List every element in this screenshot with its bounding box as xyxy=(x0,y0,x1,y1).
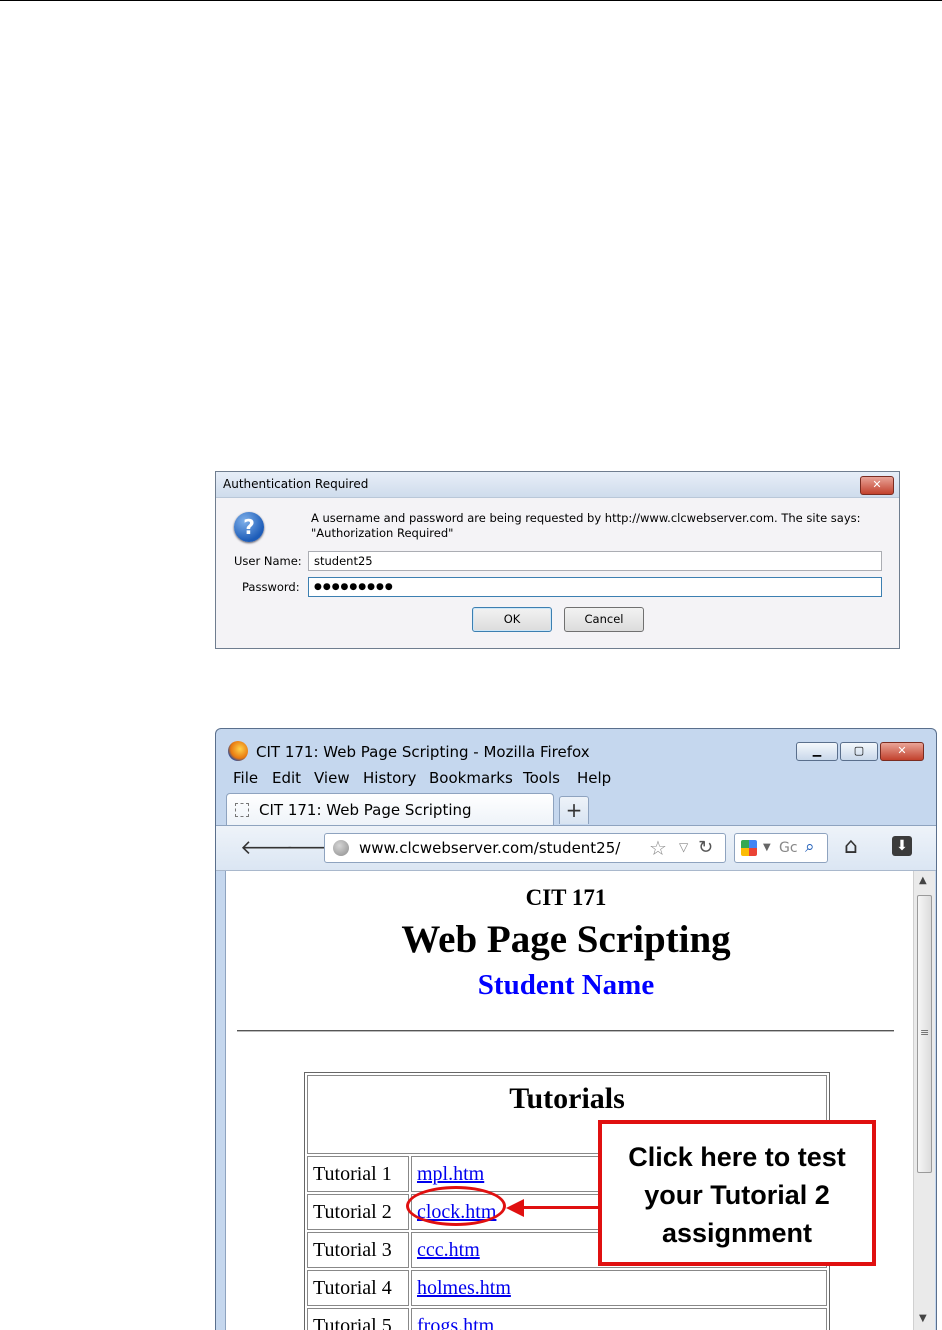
new-tab-button[interactable]: + xyxy=(559,796,589,824)
menu-history[interactable]: History xyxy=(363,769,416,787)
row-label: Tutorial 2 xyxy=(307,1194,409,1230)
row-label: Tutorial 4 xyxy=(307,1270,409,1306)
url-text: www.clcwebserver.com/student25/ xyxy=(359,839,621,857)
history-dropdown-icon[interactable]: ▽ xyxy=(679,840,688,854)
page-title: Web Page Scripting xyxy=(401,918,731,961)
row-label: Tutorial 3 xyxy=(307,1232,409,1268)
search-box[interactable]: ▼ Gc ⌕ xyxy=(734,833,828,863)
magnifier-icon[interactable]: ⌕ xyxy=(805,837,815,857)
dialog-title: Authentication Required xyxy=(223,477,369,491)
callout-box: Click here to test your Tutorial 2 assig… xyxy=(598,1120,876,1266)
menu-file[interactable]: File xyxy=(233,769,258,787)
url-bar[interactable]: www.clcwebserver.com/student25/ ☆ ▽ ↻ xyxy=(324,833,726,863)
tab-label: CIT 171: Web Page Scripting xyxy=(259,801,472,819)
google-icon[interactable] xyxy=(741,840,757,856)
menu-view[interactable]: View xyxy=(314,769,350,787)
dialog-message-line2: "Authorization Required" xyxy=(311,526,454,540)
course-heading: CIT 171 xyxy=(525,885,607,910)
minimize-button[interactable]: ▁ xyxy=(796,742,838,761)
window-titlebar: CIT 171: Web Page Scripting - Mozilla Fi… xyxy=(216,729,936,765)
link-mpl[interactable]: mpl.htm xyxy=(417,1163,484,1185)
reload-icon[interactable]: ↻ xyxy=(698,837,713,858)
dialog-message: A username and password are being reques… xyxy=(311,511,881,541)
firefox-logo-icon xyxy=(228,741,248,761)
globe-icon xyxy=(333,840,349,856)
link-frogs[interactable]: frogs.htm xyxy=(417,1315,494,1330)
dialog-titlebar: Authentication Required ✕ xyxy=(216,472,899,498)
auth-dialog: Authentication Required ✕ ? A username a… xyxy=(215,471,900,649)
page-favicon-icon xyxy=(235,803,249,817)
top-rule xyxy=(0,0,942,1)
callout-line2: your Tutorial 2 xyxy=(644,1180,830,1210)
cancel-button[interactable]: Cancel xyxy=(564,607,644,632)
tab-strip: CIT 171: Web Page Scripting + xyxy=(216,793,936,825)
password-field[interactable]: ●●●●●●●●● xyxy=(308,577,882,597)
search-engine-dropdown-icon[interactable]: ▼ xyxy=(763,842,771,853)
dialog-close-button[interactable]: ✕ xyxy=(860,476,894,495)
dialog-body: ? A username and password are being requ… xyxy=(216,498,899,648)
grip-icon: ≡ xyxy=(920,1026,930,1039)
callout-line3: assignment xyxy=(661,1218,813,1248)
callout-line1: Click here to test xyxy=(628,1142,846,1172)
link-holmes[interactable]: holmes.htm xyxy=(417,1277,511,1299)
scroll-down-arrow-icon[interactable]: ▼ xyxy=(919,1313,927,1324)
dialog-message-line1: A username and password are being reques… xyxy=(311,511,861,525)
home-icon[interactable]: ⌂ xyxy=(844,834,858,859)
row-label: Tutorial 5 xyxy=(307,1308,409,1330)
vertical-scrollbar[interactable]: ▲ ≡ ▼ xyxy=(913,871,935,1330)
maximize-button[interactable]: ▢ xyxy=(840,742,878,761)
password-label: Password: xyxy=(242,580,300,594)
row-label: Tutorial 1 xyxy=(307,1156,409,1192)
downloads-icon[interactable]: ⬇ xyxy=(892,836,912,856)
search-input-text: Gc xyxy=(779,840,798,856)
horizontal-rule xyxy=(237,1030,894,1032)
bookmark-star-icon[interactable]: ☆ xyxy=(649,836,667,860)
highlight-oval xyxy=(406,1186,506,1226)
window-close-button[interactable]: ✕ xyxy=(880,742,924,761)
arrow-line xyxy=(522,1206,598,1209)
ok-button[interactable]: OK xyxy=(472,607,552,632)
scroll-up-arrow-icon[interactable]: ▲ xyxy=(919,875,927,886)
scroll-thumb[interactable]: ≡ xyxy=(917,895,932,1173)
row-link-cell: holmes.htm xyxy=(411,1270,827,1306)
menu-edit[interactable]: Edit xyxy=(272,769,301,787)
window-title: CIT 171: Web Page Scripting - Mozilla Fi… xyxy=(256,743,590,761)
menu-bar: File Edit View History Bookmarks Tools H… xyxy=(216,769,936,791)
table-row: Tutorial 4 holmes.htm xyxy=(307,1270,827,1306)
username-label: User Name: xyxy=(234,554,302,568)
menu-bookmarks[interactable]: Bookmarks xyxy=(429,769,513,787)
question-icon: ? xyxy=(234,512,264,542)
username-field[interactable]: student25 xyxy=(308,551,882,571)
tab-cit171[interactable]: CIT 171: Web Page Scripting xyxy=(226,793,554,825)
menu-help[interactable]: Help xyxy=(577,769,611,787)
table-row: Tutorial 5 frogs.htm xyxy=(307,1308,827,1330)
menu-tools[interactable]: Tools xyxy=(523,769,560,787)
student-name: Student Name xyxy=(477,969,655,1001)
row-link-cell: frogs.htm xyxy=(411,1308,827,1330)
navigation-toolbar: 🡐 🡒 www.clcwebserver.com/student25/ ☆ ▽ … xyxy=(216,825,936,871)
link-ccc[interactable]: ccc.htm xyxy=(417,1239,480,1261)
